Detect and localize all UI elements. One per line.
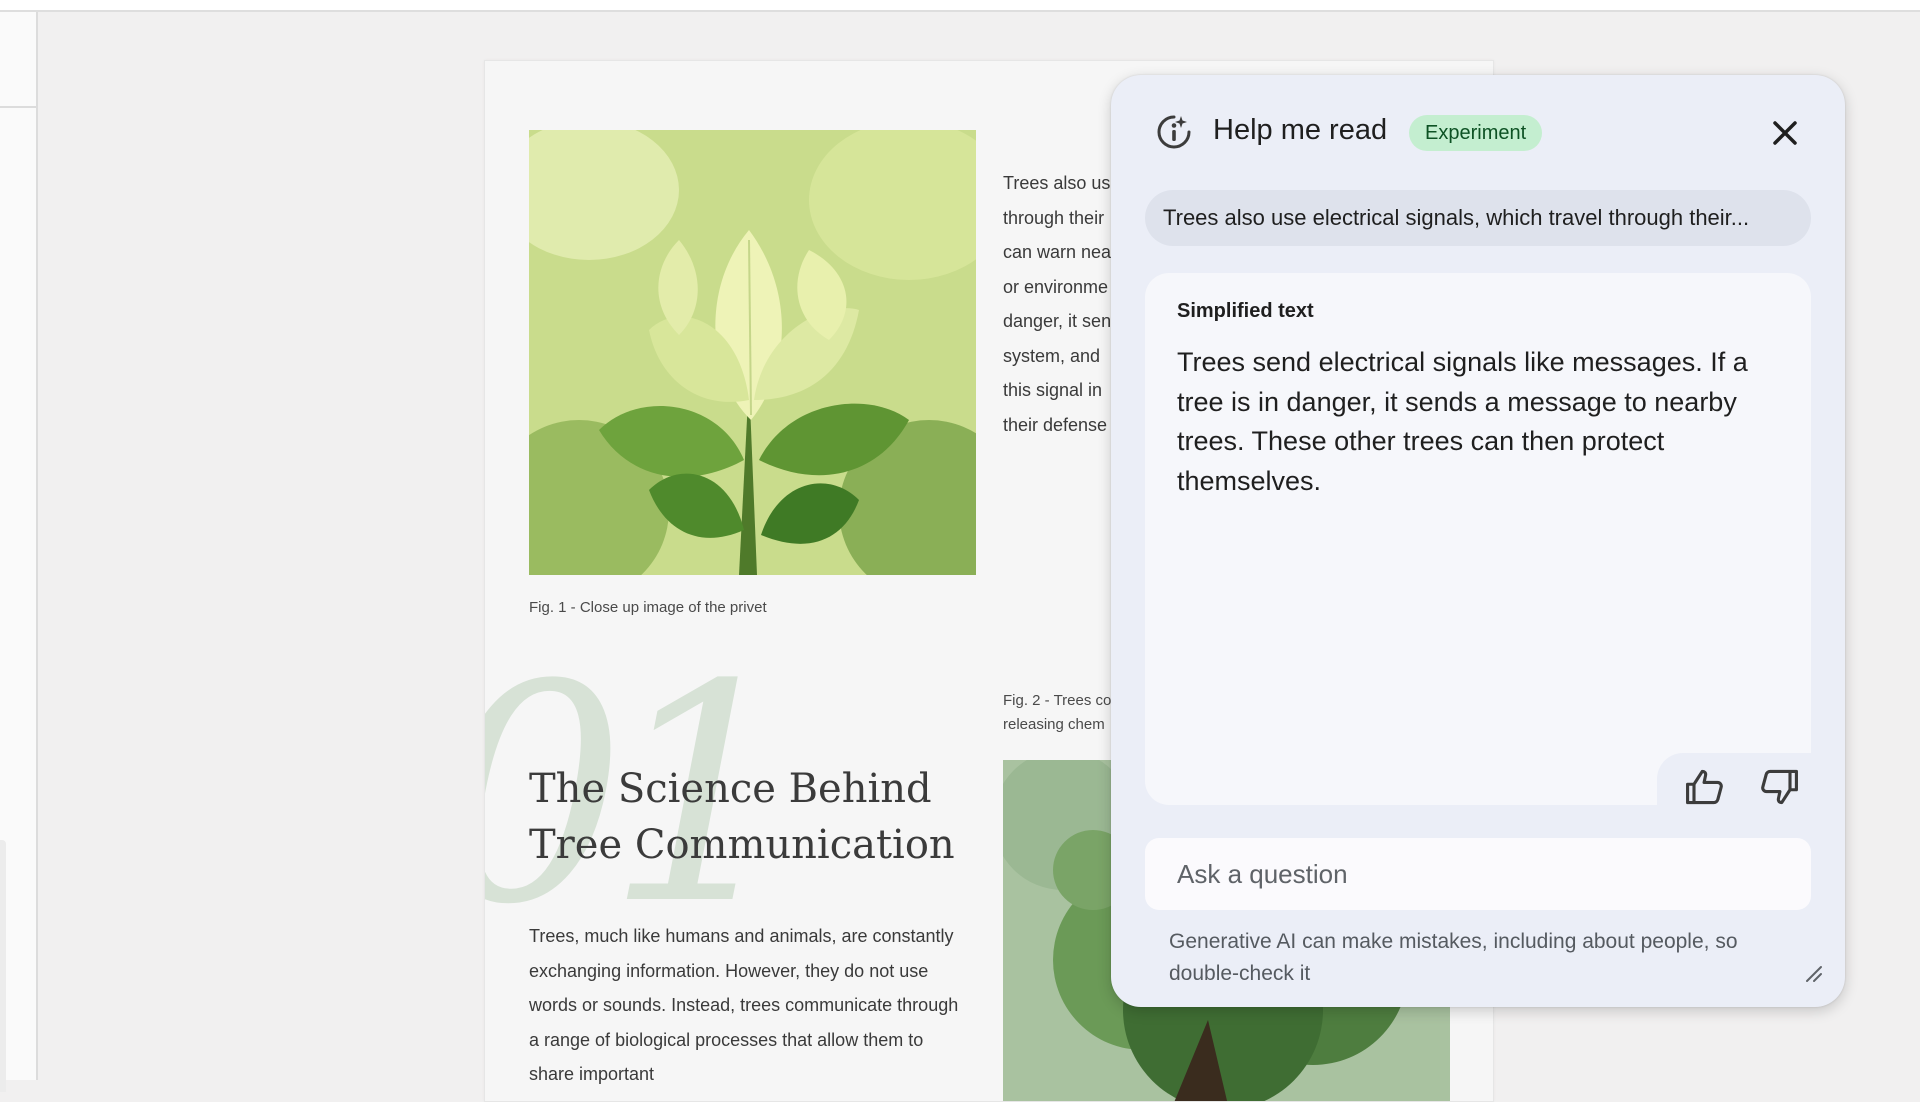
help-me-read-icon [1157, 115, 1191, 149]
figure-2-caption-line: Fig. 2 - Trees co [1003, 692, 1112, 709]
selected-text-chip[interactable]: Trees also use electrical signals, which… [1145, 190, 1811, 246]
simplified-text-card: Simplified text Trees send electrical si… [1145, 273, 1827, 833]
section-body: Trees, much like humans and animals, are… [529, 926, 959, 1084]
simplified-text-body: Trees send electrical signals like messa… [1177, 347, 1748, 496]
side-panel-divider [0, 106, 36, 108]
figure-1-privet-image [529, 130, 976, 575]
help-me-read-panel: Help me read Experiment Trees also use e… [1111, 75, 1845, 1007]
figure-2-caption: Fig. 2 - Trees co releasing chem [1003, 689, 1111, 737]
browser-top-bar [0, 0, 1920, 12]
experiment-badge: Experiment [1409, 115, 1543, 151]
section-title: The Science Behind Tree Communication [529, 766, 955, 868]
simplified-text-label: Simplified text [1177, 300, 1314, 322]
figure-1-caption: Fig. 1 - Close up image of the privet [529, 599, 767, 616]
panel-header: Help me read Experiment [1111, 75, 1845, 187]
side-panel-tab[interactable] [0, 840, 6, 1092]
panel-title: Help me read [1213, 114, 1388, 146]
ask-question-input[interactable] [1145, 838, 1811, 910]
figure-2-caption-line: releasing chem [1003, 716, 1105, 733]
privet-leaves-illustration [529, 130, 976, 575]
ai-disclaimer: Generative AI can make mistakes, includi… [1169, 930, 1738, 985]
close-icon[interactable] [1767, 115, 1803, 151]
thumbs-up-icon[interactable] [1683, 765, 1727, 809]
thumbs-down-icon[interactable] [1757, 765, 1801, 809]
side-panel-strip [0, 12, 38, 1092]
resize-handle-icon[interactable] [1801, 961, 1823, 983]
